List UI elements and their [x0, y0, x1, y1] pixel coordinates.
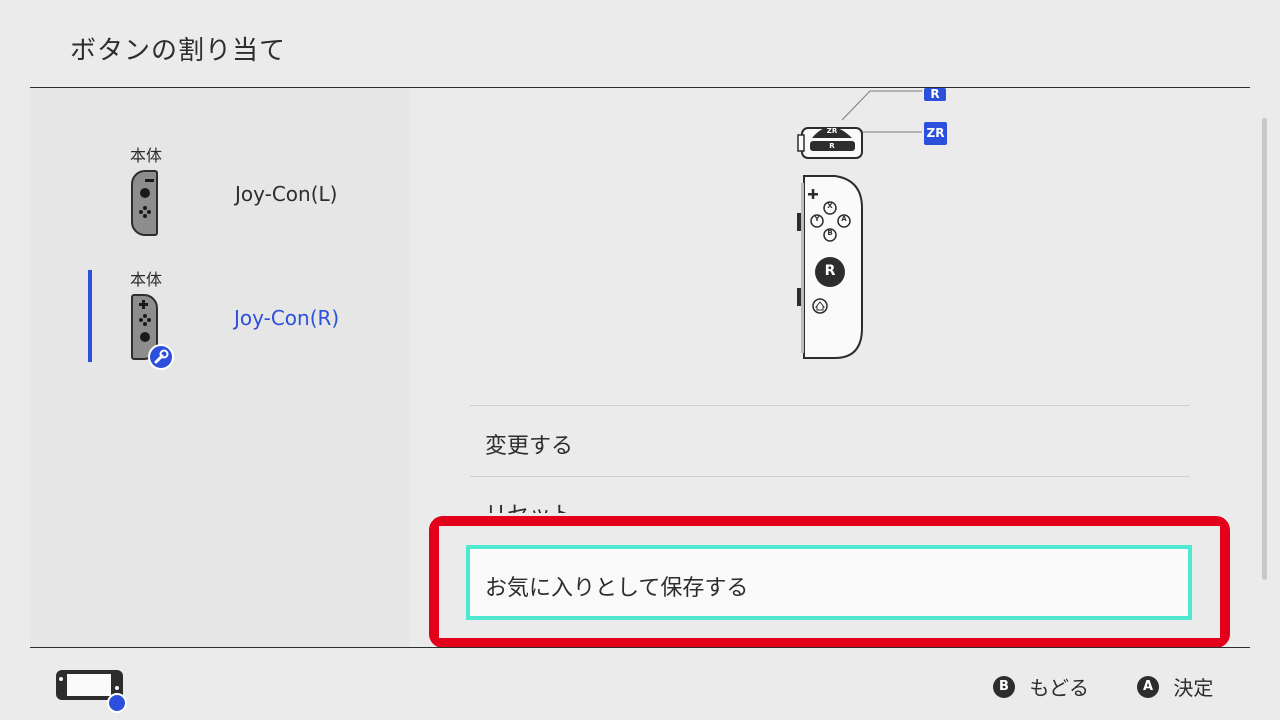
confirm-label: 決定 [1173, 676, 1214, 700]
controller-caption: 本体 [130, 270, 163, 289]
joycon-r-illustration [797, 90, 922, 359]
b-button-label: B [827, 229, 833, 237]
back-button[interactable]: B もどる [993, 672, 1089, 701]
r-mapping-tag: R [924, 88, 946, 101]
menu-item-reset[interactable]: リセット [470, 477, 1190, 513]
menu-item-label: リセット [485, 497, 573, 513]
controller-name: Joy-Con(R) [234, 306, 340, 330]
wrench-icon [107, 693, 127, 713]
menu-item-change[interactable]: 変更する [470, 406, 1190, 476]
menu-item-save-favorite[interactable]: お気に入りとして保存する [466, 545, 1192, 620]
zr-mapping-tag: ZR [924, 122, 947, 145]
joycon-r-diagram: ZR R X Y A B R [780, 88, 980, 368]
x-button-label: X [827, 202, 833, 210]
footer-divider [30, 647, 1250, 648]
b-button-icon: B [993, 675, 1015, 698]
a-button-label: A [841, 215, 847, 223]
menu-item-label: お気に入りとして保存する [485, 576, 749, 601]
handheld-mode-icon [55, 668, 127, 713]
menu-item-label: 変更する [485, 434, 574, 459]
confirm-button[interactable]: A 決定 [1137, 672, 1213, 701]
wrench-icon [148, 344, 174, 370]
r-stick-label: R [824, 263, 836, 279]
y-button-label: Y [814, 215, 820, 223]
controller-item-joycon-l[interactable]: 本体 Joy-Con(L) [95, 130, 395, 245]
controller-caption: 本体 [130, 146, 163, 165]
back-label: もどる [1029, 676, 1089, 700]
zr-trigger-label: ZR [826, 127, 838, 135]
page-title: ボタンの割り当て [70, 36, 287, 66]
scrollbar[interactable] [1262, 118, 1267, 580]
controller-name: Joy-Con(L) [235, 182, 338, 206]
r-bumper-label: R [829, 142, 835, 150]
a-button-icon: A [1137, 675, 1159, 698]
joycon-left-icon [131, 170, 158, 236]
controller-item-joycon-r[interactable]: 本体 Joy-Con(R) [95, 254, 395, 370]
selection-indicator [88, 270, 92, 362]
